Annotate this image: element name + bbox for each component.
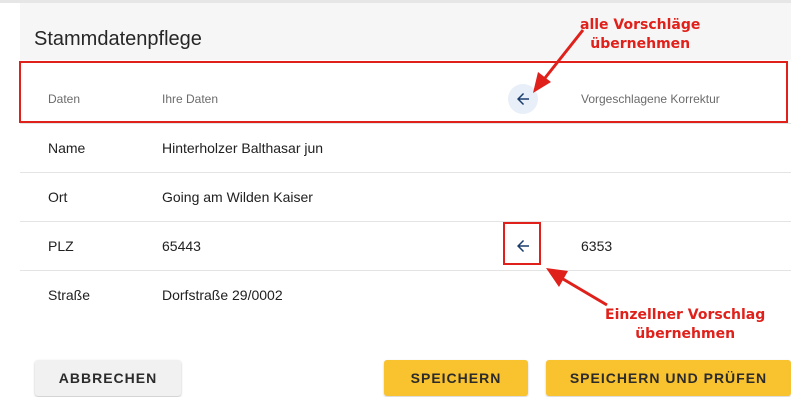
column-header-own: Ihre Daten [162,92,219,106]
arrow-left-icon [517,240,529,252]
own-value: Hinterholzer Balthasar jun [162,140,324,156]
accept-suggestion-button[interactable] [508,231,538,261]
annotation-line: übernehmen [635,326,736,342]
field-label: Ort [48,189,68,205]
annotation-line: alle Vorschläge [580,17,701,33]
annotation-all-suggestions: alle Vorschläge übernehmen [580,16,700,54]
annotation-line: Einzellner Vorschlag [605,307,766,323]
table-row-ort: Ort Going am Wilden Kaiser [20,173,791,222]
field-label: Straße [48,287,91,303]
field-label: PLZ [48,238,74,254]
own-value: 65443 [162,238,201,254]
annotation-line: übernehmen [590,36,691,52]
table-row-name: Name Hinterholzer Balthasar jun [20,124,791,173]
own-value: Going am Wilden Kaiser [162,189,313,205]
arrow-left-icon [517,93,529,105]
table-header-row: Daten Ihre Daten Vorgeschlagene Korrektu… [20,75,791,124]
dialog-title: Stammdatenpflege [34,28,202,50]
cancel-button[interactable]: ABBRECHEN [35,360,181,396]
suggested-value: 6353 [581,238,613,254]
field-label: Name [48,140,86,156]
table-row-plz: PLZ 65443 6353 [20,222,791,271]
column-header-data: Daten [48,92,81,106]
annotation-single-suggestion: Einzellner Vorschlag übernehmen [605,306,765,344]
own-value: Dorfstraße 29/0002 [162,287,283,303]
save-button[interactable]: SPEICHERN [384,360,528,396]
column-header-suggested: Vorgeschlagene Korrektur [581,92,720,106]
accept-all-suggestions-button[interactable] [508,84,538,114]
save-and-check-button[interactable]: SPEICHERN UND PRÜFEN [546,360,791,396]
